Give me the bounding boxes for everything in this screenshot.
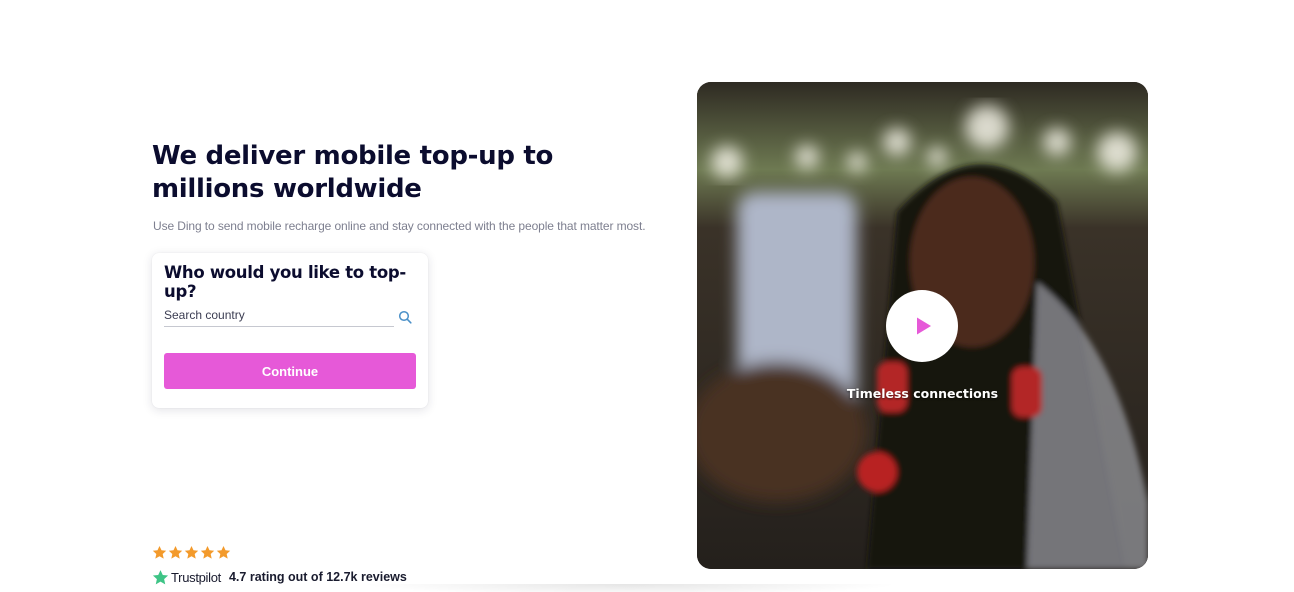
star-icon (184, 545, 199, 559)
rating-stars (152, 545, 231, 560)
hero-title: We deliver mobile top-up to millions wor… (152, 141, 554, 204)
search-country-input[interactable] (164, 305, 394, 325)
trustpilot-star-icon (152, 569, 169, 584)
search-icon[interactable] (398, 310, 412, 324)
star-icon (168, 545, 183, 559)
video-caption: Timeless connections (846, 386, 999, 401)
star-icon (216, 545, 231, 559)
continue-button[interactable]: Continue (164, 353, 416, 389)
section-shadow (360, 584, 900, 592)
play-icon (917, 317, 931, 335)
topup-card: Who would you like to top-up? Continue (152, 253, 428, 408)
video-player[interactable]: Timeless connections (697, 82, 1148, 569)
trustpilot-brand: Trustpilot (171, 569, 221, 585)
star-icon (152, 545, 167, 559)
star-icon (200, 545, 215, 559)
topup-card-title: Who would you like to top-up? (164, 263, 406, 301)
rating-summary: 4.7 rating out of 12.7k reviews (228, 570, 407, 584)
search-field[interactable] (164, 305, 394, 327)
play-button[interactable] (886, 290, 958, 362)
hero-subtitle: Use Ding to send mobile recharge online … (153, 219, 646, 233)
